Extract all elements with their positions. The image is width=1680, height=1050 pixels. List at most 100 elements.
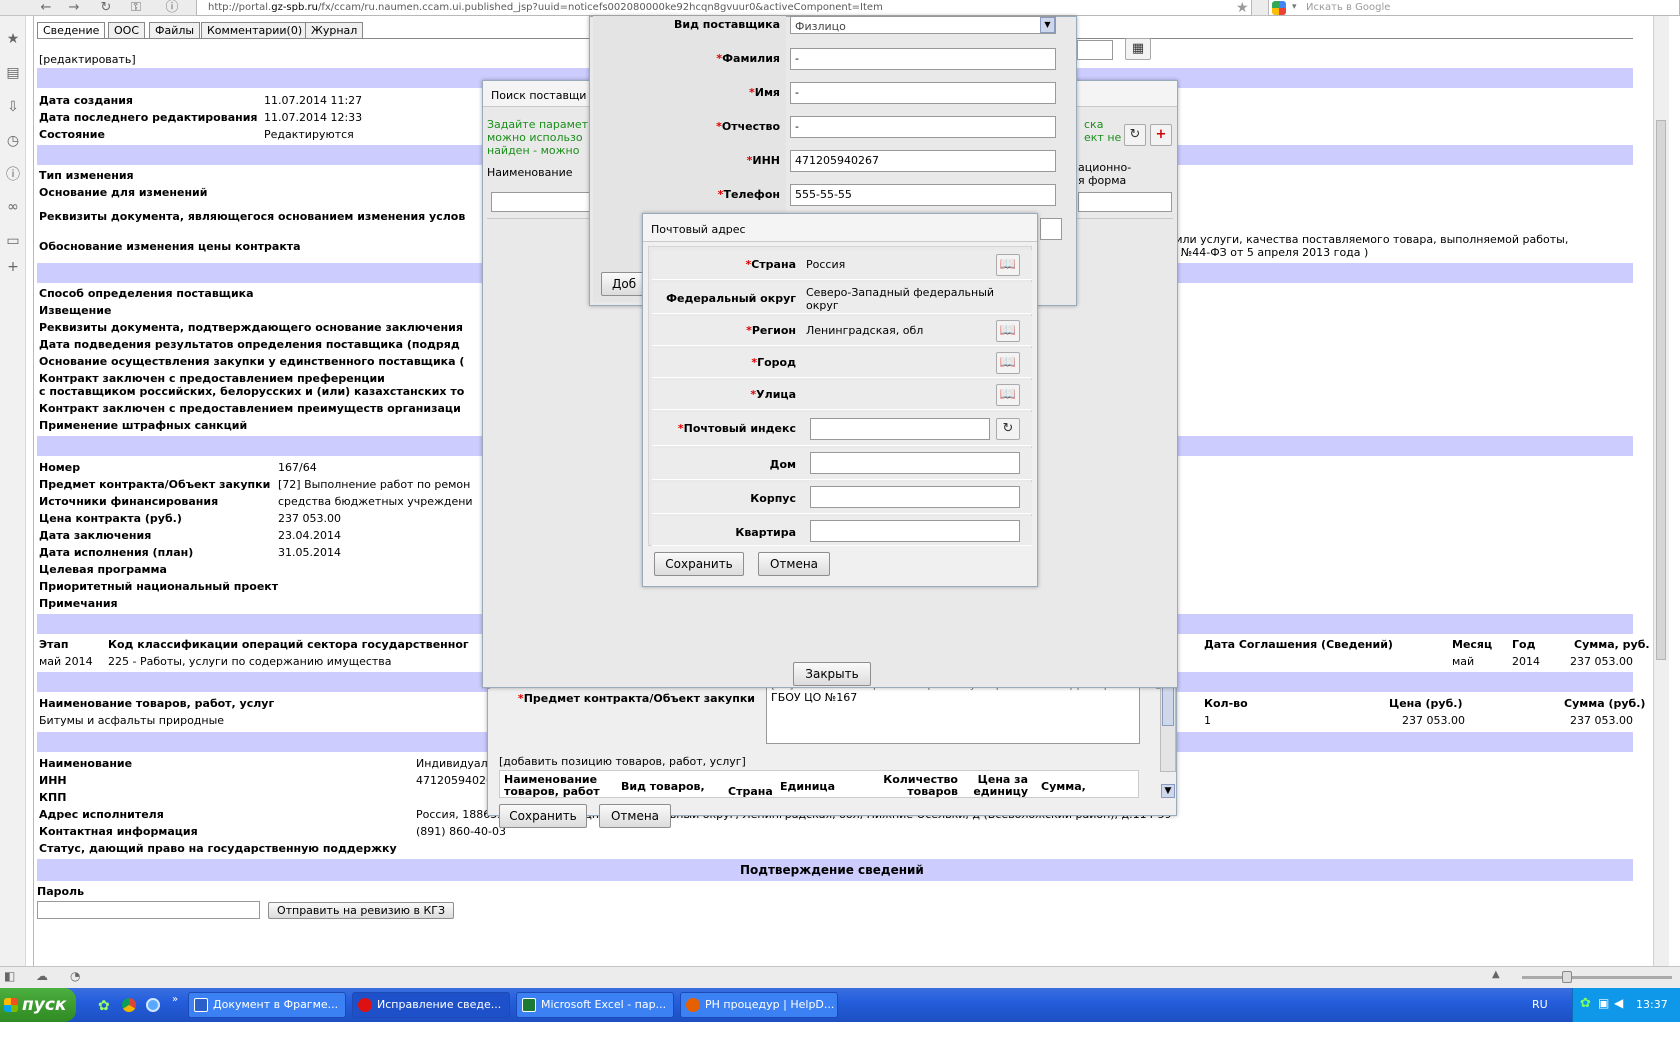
forward-icon[interactable]: → — [66, 0, 82, 16]
tray-network-icon[interactable]: ✿ — [1580, 996, 1591, 1011]
chevron-down-icon[interactable]: ▼ — [1040, 17, 1055, 33]
inn-field[interactable]: 471205940267 — [790, 150, 1056, 172]
middle-name-field[interactable]: - — [790, 116, 1056, 138]
basis-doc-label: Реквизиты документа, подтверждающего осн… — [39, 321, 463, 334]
close-button[interactable]: Закрыть — [793, 662, 871, 686]
building-field[interactable] — [810, 486, 1020, 508]
site-info-icon[interactable]: ⓘ — [164, 0, 180, 16]
task-firefox[interactable]: РН процедур | HelpD... — [680, 992, 838, 1018]
edit-link[interactable]: [редактировать] — [39, 53, 136, 66]
scroll-down-icon[interactable]: ▼ — [1161, 784, 1175, 798]
flat-field[interactable] — [810, 520, 1020, 542]
star-icon[interactable]: ★ — [4, 30, 22, 48]
refresh-icon[interactable]: ↻ — [1124, 124, 1146, 146]
tab-oos[interactable]: ООС — [108, 22, 145, 39]
chevron-down-icon[interactable]: ▾ — [1292, 0, 1297, 15]
edit-subject-label: *Предмет контракта/Объект закупки — [517, 692, 755, 705]
quicklaunch-more-icon[interactable]: » — [172, 994, 178, 1005]
ie-icon[interactable] — [146, 998, 160, 1012]
date-field[interactable] — [1077, 40, 1113, 60]
task-opera[interactable]: Исправление сведе... — [352, 992, 510, 1018]
person-extra-field[interactable] — [1040, 218, 1062, 240]
key-icon[interactable]: ⚿ — [126, 0, 146, 16]
quicklaunch-gear-icon[interactable]: ✿ — [98, 998, 110, 1014]
excel-icon — [522, 998, 536, 1012]
back-icon[interactable]: ← — [38, 0, 54, 16]
price-label: Цена контракта (руб.) — [39, 512, 182, 525]
language-indicator[interactable]: RU — [1532, 998, 1548, 1011]
tab-files[interactable]: Файлы — [149, 22, 201, 39]
chrome-icon[interactable] — [122, 998, 136, 1012]
chevron-up-icon[interactable]: ▲ — [1492, 969, 1500, 980]
add-goods-link[interactable]: [добавить позицию товаров, работ, услуг] — [499, 755, 746, 768]
book-icon[interactable]: 📖 — [996, 254, 1020, 276]
volume-icon[interactable]: ◀ — [1614, 996, 1623, 1010]
task-excel[interactable]: Microsoft Excel - пар... — [516, 992, 674, 1018]
firefox-icon — [686, 998, 700, 1012]
history-icon[interactable]: ◷ — [4, 132, 22, 150]
program-label: Целевая программа — [39, 563, 167, 576]
submit-revision-button[interactable]: Отправить на ревизию в КГЗ — [268, 902, 454, 919]
download-icon[interactable]: ⇩ — [4, 98, 22, 116]
kind-select[interactable]: Физлицо — [790, 16, 1056, 34]
zip-field[interactable] — [810, 418, 990, 440]
password-field[interactable] — [37, 901, 260, 919]
change-right-text-1: оты или услуги, качества поставляемого т… — [1150, 233, 1569, 246]
district-label: Федеральный округ — [666, 292, 796, 305]
opera-icon — [358, 998, 372, 1012]
clock[interactable]: 13:37 — [1636, 998, 1668, 1011]
calendar-icon[interactable]: ▦ — [1125, 38, 1151, 60]
book-icon[interactable]: 📖 — [996, 352, 1020, 374]
house-field[interactable] — [810, 452, 1020, 474]
zoom-slider[interactable] — [1522, 976, 1672, 979]
book-icon[interactable]: 📖 — [996, 384, 1020, 406]
address-save-button[interactable]: Сохранить — [654, 552, 744, 576]
zoom-slider-handle[interactable] — [1562, 971, 1572, 983]
task-excel-label: Microsoft Excel - пар... — [541, 998, 667, 1011]
refresh-icon[interactable]: ↻ — [996, 418, 1020, 440]
bookmark-star-icon[interactable]: ★ — [1236, 0, 1249, 16]
scrollbar-thumb[interactable] — [1656, 120, 1666, 660]
info-icon[interactable]: ⓘ — [4, 166, 22, 184]
sidebar-toggle-icon[interactable]: ◧ — [4, 969, 15, 983]
phone-field[interactable]: 555-55-55 — [790, 184, 1056, 206]
search-placeholder: Искать в Google — [1306, 2, 1391, 13]
plus-icon[interactable]: + — [4, 258, 22, 276]
edit-save-button[interactable]: Сохранить — [499, 804, 587, 828]
penalties-label: Применение штрафных санкций — [39, 419, 248, 432]
tab-info[interactable]: Сведение — [37, 22, 106, 39]
book-icon[interactable]: 📖 — [996, 320, 1020, 342]
task-word[interactable]: Документ в Фрагме... — [188, 992, 346, 1018]
screen-margin — [0, 1022, 1680, 1050]
reload-icon[interactable]: ↻ — [98, 0, 114, 16]
url-text[interactable]: http://portal.gz-spb.ru/fx/ccam/ru.naume… — [208, 0, 883, 16]
add-icon[interactable]: + — [1150, 124, 1172, 146]
tab-journal[interactable]: Журнал — [305, 22, 364, 39]
edit-goods-table: Наименование товаров, работ Вид товаров,… — [499, 770, 1139, 798]
subject-value: [72] Выполнение работ по ремон — [278, 478, 471, 491]
last-name-field[interactable]: - — [790, 48, 1056, 70]
funding-label: Источники финансирования — [39, 495, 219, 508]
password-label: Пароль — [37, 885, 85, 898]
supplier-kpp-label: КПП — [39, 791, 67, 804]
tray-display-icon[interactable]: ▣ — [1598, 996, 1609, 1010]
google-icon[interactable] — [1272, 1, 1286, 15]
notes-icon[interactable]: ▤ — [4, 64, 22, 82]
created-label: Дата создания — [39, 94, 133, 107]
cloud-icon[interactable]: ☁ — [36, 969, 48, 983]
goods-qty-value: 1 — [1204, 714, 1211, 727]
browser-sidebar — [0, 16, 26, 976]
person-add-button[interactable]: Доб — [601, 272, 647, 296]
address-cancel-button[interactable]: Отмена — [758, 552, 830, 576]
goods-sum-value: 237 053.00 — [1570, 714, 1633, 727]
link-icon[interactable]: ∞ — [4, 198, 22, 216]
search-name-field[interactable] — [491, 192, 601, 212]
first-name-field[interactable]: - — [790, 82, 1056, 104]
search-form-field[interactable] — [1078, 192, 1172, 212]
gauge-icon[interactable]: ◔ — [70, 969, 80, 983]
tab-comments[interactable]: Комментарии(0) — [201, 22, 309, 39]
search-hint-1: Задайте парамет — [487, 118, 589, 131]
advantages-label: Контракт заключен с предоставлением преи… — [39, 402, 461, 415]
edit-cancel-button[interactable]: Отмена — [599, 804, 671, 828]
window-icon[interactable]: ▭ — [4, 232, 22, 250]
